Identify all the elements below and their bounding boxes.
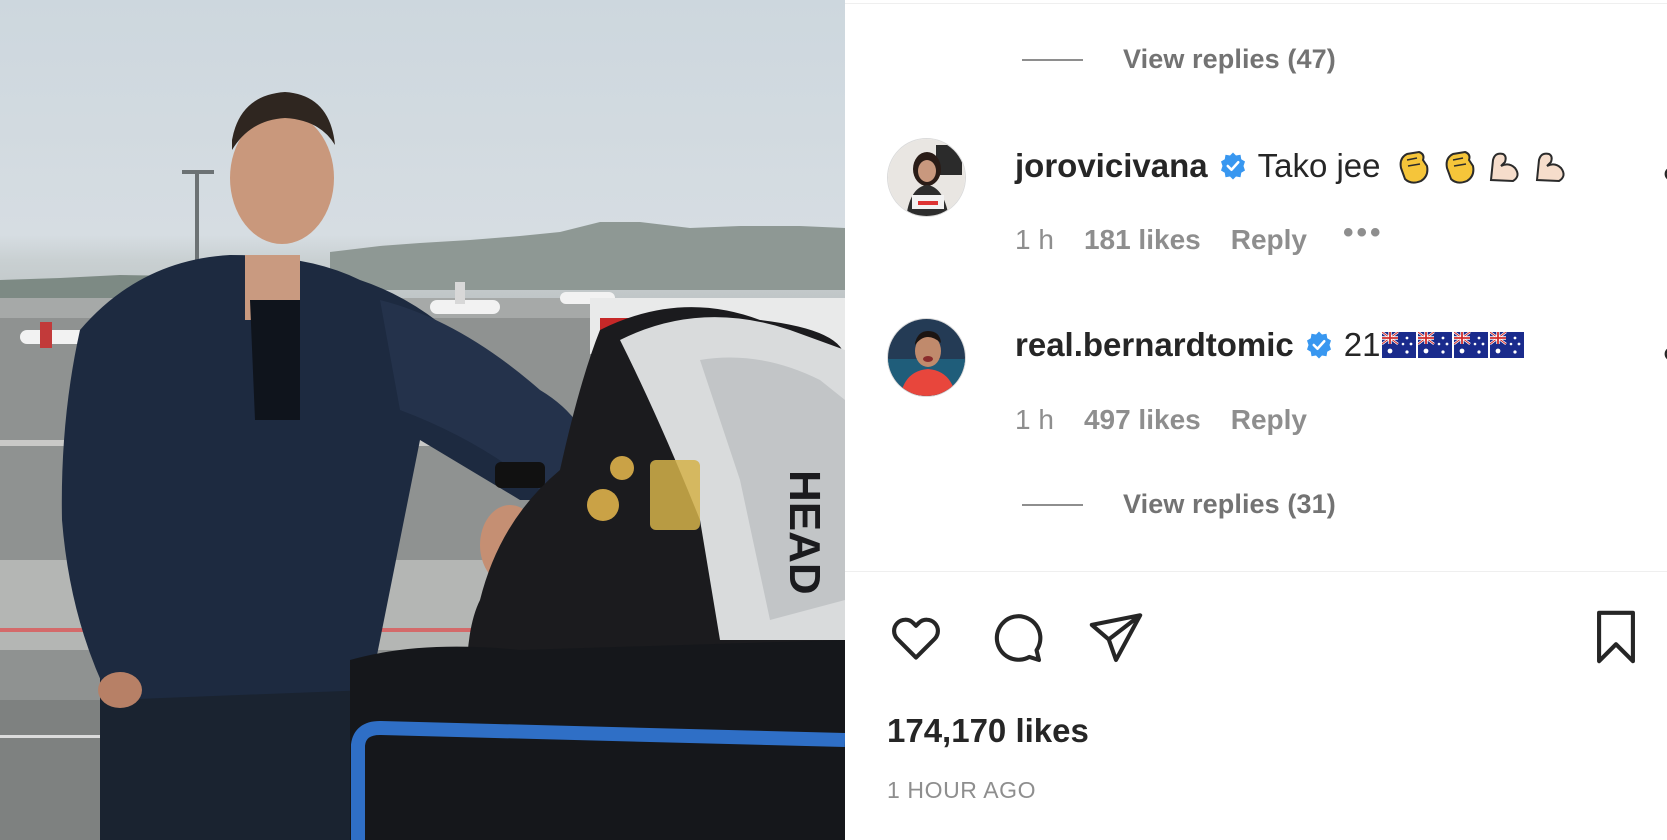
comments-panel: View replies (47) jorovicivana Tako jee [845, 0, 1667, 840]
clapping-hands-icon [1399, 150, 1428, 184]
comment-line: jorovicivana Tako jee [1015, 146, 1571, 186]
post-timestamp[interactable]: 1 HOUR AGO [887, 777, 1036, 804]
post-likes-count[interactable]: 174,170 likes [887, 712, 1089, 750]
comment-text: 21 [1343, 326, 1381, 363]
bag-brand-label: HEAD [780, 470, 829, 595]
paper-plane-icon[interactable] [1087, 608, 1145, 666]
comment-meta: 1 h 497 likes Reply [1015, 404, 1343, 436]
divider [845, 3, 1667, 4]
speech-bubble-icon[interactable] [987, 608, 1045, 666]
verified-badge-icon [1220, 152, 1245, 180]
avatar[interactable] [887, 138, 966, 217]
comment-likes[interactable]: 181 likes [1084, 224, 1201, 256]
verified-badge-icon [1306, 331, 1331, 359]
flag-australia-icon [1418, 332, 1453, 358]
comment-time[interactable]: 1 h [1015, 224, 1054, 256]
bookmark-icon[interactable] [1587, 608, 1645, 666]
comment-item: real.bernardtomic 21 1 h 497 likes Reply [887, 318, 1667, 435]
flag-australia-icon [1490, 332, 1525, 358]
comment-username[interactable]: real.bernardtomic [1015, 326, 1294, 364]
comment-username[interactable]: jorovicivana [1015, 147, 1208, 185]
view-replies-label: View replies (31) [1123, 489, 1336, 519]
reply-button[interactable]: Reply [1231, 404, 1307, 436]
clapping-hands-icon [1445, 150, 1474, 184]
divider [845, 571, 1667, 572]
comment-time[interactable]: 1 h [1015, 404, 1054, 436]
comment-emoji [1382, 332, 1525, 358]
flag-australia-icon [1454, 332, 1489, 358]
comment-like-icon[interactable] [1662, 162, 1667, 192]
heart-outline-icon[interactable] [887, 608, 945, 666]
comment-text: Tako jee [1257, 147, 1381, 184]
comment-item: jorovicivana Tako jee 1 h 181 likes Repl… [887, 138, 1667, 255]
comment-meta: 1 h 181 likes Reply ••• [1015, 216, 1383, 256]
flag-australia-icon [1382, 332, 1417, 358]
comment-likes[interactable]: 497 likes [1084, 404, 1201, 436]
post-photo-illustration: Sk HEAD [0, 92, 845, 840]
avatar[interactable] [887, 318, 966, 397]
comment-line: real.bernardtomic 21 [1015, 326, 1525, 364]
view-replies-button[interactable]: View replies (31) [1022, 489, 1336, 520]
flexed-biceps-icon [1535, 152, 1565, 183]
replies-dash [1022, 503, 1083, 506]
reply-button[interactable]: Reply [1231, 224, 1307, 256]
comment-like-icon[interactable] [1662, 342, 1667, 372]
comment-emoji [1393, 146, 1571, 186]
view-replies-label: View replies (47) [1123, 44, 1336, 74]
view-replies-button[interactable]: View replies (47) [1022, 44, 1336, 75]
post-action-bar [887, 608, 1635, 668]
post-photo: Sk HEAD [0, 0, 845, 840]
more-options-button[interactable]: ••• [1343, 216, 1384, 250]
replies-dash [1022, 58, 1083, 61]
flexed-biceps-icon [1489, 152, 1519, 183]
